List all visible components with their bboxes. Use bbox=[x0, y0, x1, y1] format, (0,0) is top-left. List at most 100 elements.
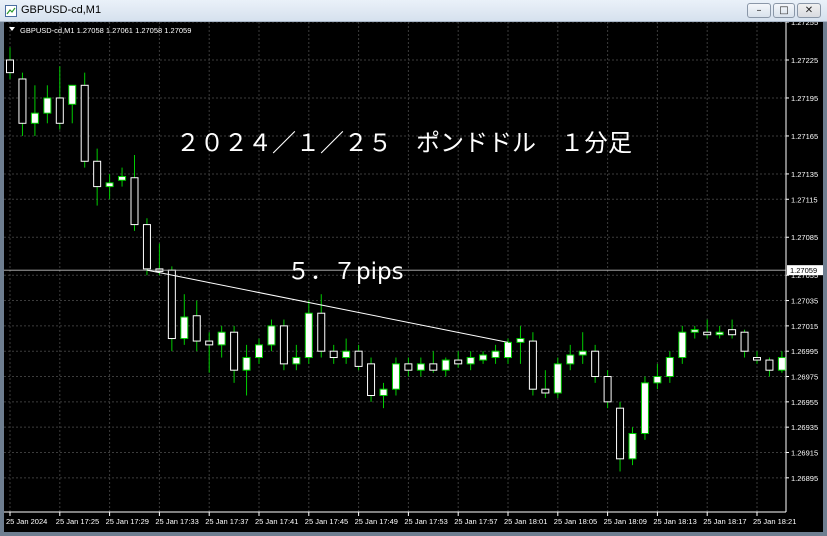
candle bbox=[628, 427, 637, 466]
candle bbox=[528, 332, 537, 396]
candle-body-bearish bbox=[541, 388, 550, 394]
candle bbox=[591, 344, 600, 383]
time-tick-label: 25 Jan 2024 bbox=[6, 517, 47, 526]
candle bbox=[466, 351, 475, 371]
chart-plot-area[interactable]: 1.27059 1.27255 1.27225 1.27195 1.27165 1.27… bbox=[4, 22, 823, 532]
close-button[interactable]: ✕ bbox=[797, 3, 821, 18]
time-tick-label: 25 Jan 18:01 bbox=[504, 517, 547, 526]
candle-body-bearish bbox=[80, 84, 89, 162]
candle-body-bearish bbox=[93, 160, 102, 188]
candle-body-bullish bbox=[690, 329, 699, 333]
time-tick-label: 25 Jan 17:49 bbox=[355, 517, 398, 526]
candle bbox=[180, 294, 189, 345]
candle-body-bearish bbox=[740, 331, 749, 352]
time-tick-label: 25 Jan 17:37 bbox=[205, 517, 248, 526]
candle-body-bullish bbox=[118, 175, 127, 181]
price-tick-label: 1.26975 bbox=[791, 373, 818, 382]
candle bbox=[765, 357, 774, 377]
candle bbox=[603, 370, 612, 409]
candle-body-bearish bbox=[728, 329, 737, 336]
price-tick-label: 1.26935 bbox=[791, 423, 818, 432]
time-tick-label: 25 Jan 18:17 bbox=[703, 517, 746, 526]
maximize-button[interactable]: □ bbox=[773, 3, 795, 18]
candle bbox=[777, 351, 786, 373]
candle-body-bullish bbox=[479, 354, 488, 361]
candle bbox=[18, 72, 27, 136]
candle bbox=[317, 294, 326, 358]
time-tick-label: 25 Jan 17:29 bbox=[106, 517, 149, 526]
time-tick-label: 25 Jan 18:09 bbox=[604, 517, 647, 526]
candle-body-bearish bbox=[142, 224, 151, 270]
price-tick-label: 1.27015 bbox=[791, 322, 818, 331]
candle bbox=[753, 351, 761, 364]
candle bbox=[118, 167, 127, 187]
candle-body-bearish bbox=[354, 350, 363, 367]
candle-body-bullish bbox=[68, 84, 77, 105]
candle bbox=[491, 344, 500, 364]
candle-body-bullish bbox=[180, 316, 189, 340]
candle bbox=[728, 319, 737, 339]
price-tick-label: 1.27115 bbox=[791, 195, 818, 204]
candle bbox=[304, 300, 313, 364]
candle-body-bullish bbox=[379, 388, 388, 397]
candle-body-bullish bbox=[217, 331, 226, 346]
candle bbox=[678, 325, 687, 364]
candle bbox=[379, 382, 388, 409]
time-tick-label: 25 Jan 17:25 bbox=[56, 517, 99, 526]
candle bbox=[130, 154, 139, 231]
candle-body-bullish bbox=[43, 97, 52, 114]
minimize-button[interactable]: – bbox=[747, 3, 771, 18]
candle-body-bullish bbox=[553, 363, 562, 394]
chart-header-text: GBPUSD-cd,M1 1.27058 1.27061 1.27058 1.2… bbox=[20, 26, 191, 35]
candle bbox=[93, 148, 102, 206]
candle-body-bullish bbox=[678, 331, 687, 359]
candle-body-bearish bbox=[429, 363, 438, 371]
candle-body-bullish bbox=[267, 325, 276, 346]
candle bbox=[715, 325, 724, 339]
candle bbox=[566, 344, 575, 371]
candle-body-bullish bbox=[242, 357, 251, 371]
candle-body-bullish bbox=[504, 341, 512, 359]
candle-body-bullish bbox=[640, 382, 649, 434]
candle bbox=[391, 357, 400, 396]
candle-body-bullish bbox=[391, 363, 400, 390]
candle bbox=[230, 325, 239, 383]
candle bbox=[6, 47, 14, 79]
time-tick-label: 25 Jan 18:05 bbox=[554, 517, 597, 526]
annotation-pips: ５．７pips bbox=[287, 259, 404, 285]
candle-body-bearish bbox=[329, 350, 338, 359]
candle-body-bullish bbox=[342, 350, 351, 359]
candle-body-bullish bbox=[105, 182, 114, 188]
time-tick-label: 25 Jan 18:21 bbox=[753, 517, 796, 526]
candle bbox=[30, 85, 39, 136]
candle bbox=[416, 357, 425, 377]
candle-body-bullish bbox=[466, 357, 475, 365]
candle-body-bullish bbox=[30, 112, 39, 124]
candle-body-bearish bbox=[317, 312, 326, 352]
price-tick-label: 1.26955 bbox=[791, 398, 818, 407]
candle-body-bullish bbox=[665, 357, 674, 378]
price-tick-label: 1.27135 bbox=[791, 170, 818, 179]
candle bbox=[142, 218, 151, 276]
candle bbox=[68, 84, 77, 124]
candle-body-bearish bbox=[765, 359, 774, 371]
time-tick-label: 25 Jan 17:33 bbox=[155, 517, 198, 526]
annotation-title: ２０２４／１／２５ ポンドドル １分足 bbox=[176, 129, 632, 157]
candle bbox=[342, 338, 351, 364]
price-tick-label: 1.27195 bbox=[791, 94, 818, 103]
candle bbox=[665, 351, 674, 383]
candle-body-bullish bbox=[715, 331, 724, 336]
candle-body-bullish bbox=[491, 350, 500, 359]
candle bbox=[367, 357, 376, 402]
candlestick-chart[interactable]: 1.27059 1.27255 1.27225 1.27195 1.27165 1.27… bbox=[4, 22, 823, 532]
candle bbox=[217, 325, 226, 358]
price-tick-label: 1.27165 bbox=[791, 132, 818, 141]
candle-body-bearish bbox=[205, 340, 214, 346]
candle-body-bearish bbox=[55, 97, 64, 124]
price-tick-label: 1.26895 bbox=[791, 474, 818, 483]
candle bbox=[429, 351, 438, 373]
price-tick-label: 1.27055 bbox=[791, 271, 818, 280]
candle bbox=[740, 329, 749, 358]
candle bbox=[242, 344, 251, 396]
candle-body-bearish bbox=[367, 363, 376, 397]
